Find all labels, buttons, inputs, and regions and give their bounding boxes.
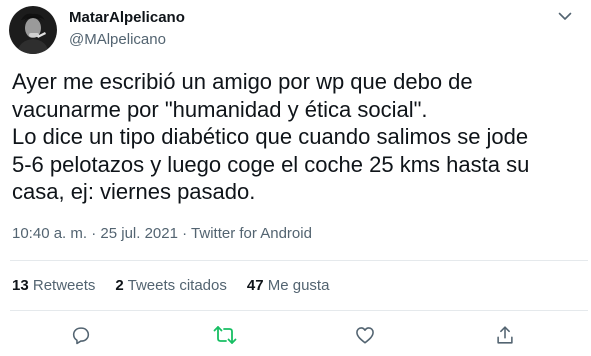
retweet-button[interactable] xyxy=(212,322,238,348)
like-button[interactable] xyxy=(352,322,378,348)
tweet-time[interactable]: 10:40 a. m. xyxy=(12,225,87,242)
tweet-source[interactable]: Twitter for Android xyxy=(191,225,312,242)
avatar[interactable] xyxy=(9,6,57,54)
retweet-icon xyxy=(213,326,237,344)
share-icon xyxy=(497,326,513,344)
tweet-date[interactable]: 25 jul. 2021 xyxy=(100,225,178,242)
retweets-count: 13 xyxy=(12,277,29,294)
reply-button[interactable] xyxy=(68,322,94,348)
reply-icon xyxy=(72,327,90,345)
tweet-card: MatarAlpelicano @MAlpelicano Ayer me esc… xyxy=(0,0,591,356)
retweets-stat[interactable]: 13 Retweets xyxy=(12,276,95,296)
chevron-down-icon xyxy=(558,12,572,20)
tweet-stats: 13 Retweets 2 Tweets citados 47 Me gusta xyxy=(12,276,349,296)
share-button[interactable] xyxy=(492,322,518,348)
meta-separator: · xyxy=(87,225,101,242)
divider xyxy=(10,260,588,261)
quotes-label: Tweets citados xyxy=(127,277,227,294)
retweets-label: Retweets xyxy=(32,277,96,294)
tweet-meta: 10:40 a. m. · 25 jul. 2021 · Twitter for… xyxy=(12,224,312,244)
author-block: MatarAlpelicano @MAlpelicano xyxy=(69,8,185,50)
divider xyxy=(10,310,588,311)
quotes-count: 2 xyxy=(115,277,124,294)
avatar-image xyxy=(9,6,57,54)
more-options-button[interactable] xyxy=(552,6,578,26)
heart-icon xyxy=(356,327,374,344)
tweet-text: Ayer me escribió un amigo por wp que deb… xyxy=(12,69,530,204)
likes-count: 47 xyxy=(246,277,264,294)
author-handle[interactable]: @MAlpelicano xyxy=(69,30,185,50)
action-bar xyxy=(0,322,591,348)
quotes-stat[interactable]: 2 Tweets citados xyxy=(115,276,226,296)
meta-separator: · xyxy=(177,225,192,242)
likes-label: Me gusta xyxy=(267,277,330,294)
likes-stat[interactable]: 47 Me gusta xyxy=(247,276,330,296)
author-display-name[interactable]: MatarAlpelicano xyxy=(69,8,185,28)
